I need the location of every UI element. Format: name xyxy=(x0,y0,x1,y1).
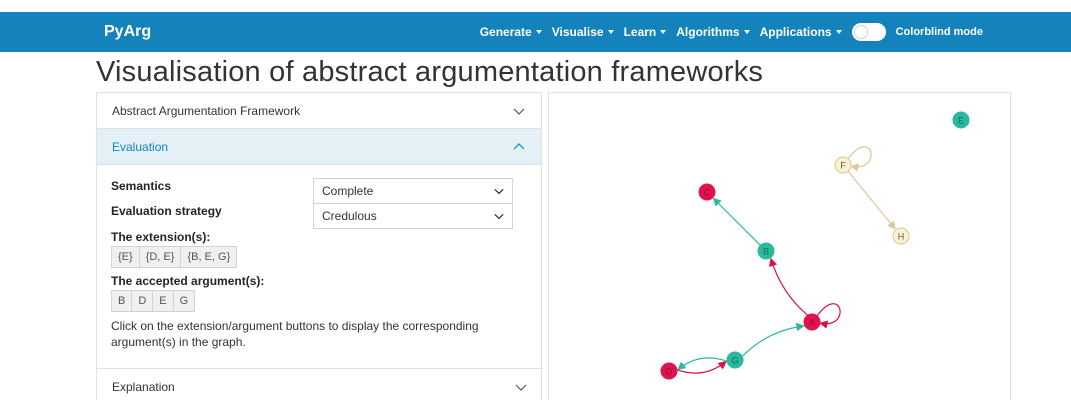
argument-node-a[interactable]: A xyxy=(803,313,821,331)
node-label: E xyxy=(958,116,964,126)
semantics-label: Semantics xyxy=(111,179,172,193)
nav-algorithms-label: Algorithms xyxy=(676,25,740,39)
colorblind-toggle[interactable] xyxy=(851,23,886,41)
strategy-select[interactable]: Credulous xyxy=(313,203,513,229)
node-label: B xyxy=(763,247,769,257)
caret-down-icon xyxy=(660,30,667,34)
accepted-arguments-label: The accepted argument(s): xyxy=(111,274,265,288)
attack-edge-a-a xyxy=(816,303,841,329)
chevron-down-icon xyxy=(515,384,527,391)
colorblind-label: Colorblind mode xyxy=(895,26,983,38)
caret-down-icon xyxy=(743,30,750,34)
attack-edge-d-g xyxy=(676,360,727,374)
semantics-value: Complete xyxy=(322,184,374,198)
caret-down-icon xyxy=(607,30,614,34)
argumentation-graph[interactable]: E F H C B A G D xyxy=(549,93,1011,400)
argument-node-d[interactable]: D xyxy=(660,362,678,380)
nav-learn-label: Learn xyxy=(623,25,657,39)
help-text: Click on the extension/argument buttons … xyxy=(111,319,479,349)
top-navbar: PyArg Generate Visualise Learn Algorithm… xyxy=(0,12,1071,52)
chevron-down-icon xyxy=(494,188,504,195)
extensions-button-group: {E} {D, E} {B, E, G} xyxy=(111,246,238,268)
chevron-down-icon xyxy=(513,108,525,115)
graph-panel: E F H C B A G D xyxy=(548,92,1011,400)
argument-button[interactable]: G xyxy=(172,290,196,312)
nav-learn-dropdown[interactable]: Learn xyxy=(624,25,667,39)
strategy-value: Credulous xyxy=(322,209,377,223)
extensions-label: The extension(s): xyxy=(111,230,211,244)
nav-applications-dropdown[interactable]: Applications xyxy=(760,25,842,39)
nav-visualise-dropdown[interactable]: Visualise xyxy=(552,25,614,39)
argument-button[interactable]: D xyxy=(131,290,154,312)
accordion-framework-title: Abstract Argumentation Framework xyxy=(112,103,301,118)
argument-button[interactable]: B xyxy=(111,290,133,312)
nav-applications-label: Applications xyxy=(759,25,832,39)
node-label: C xyxy=(704,188,711,198)
attack-edge-f-f xyxy=(847,146,872,172)
page-title: Visualisation of abstract argumentation … xyxy=(96,56,764,88)
extension-button[interactable]: {E} xyxy=(111,246,140,268)
nav-generate-label: Generate xyxy=(479,25,532,39)
nav-algorithms-dropdown[interactable]: Algorithms xyxy=(676,25,750,39)
attack-edge-g-a xyxy=(741,322,805,357)
caret-down-icon xyxy=(535,30,542,34)
toggle-knob xyxy=(853,25,868,39)
attack-edge-a-b xyxy=(769,257,809,316)
nav-visualise-label: Visualise xyxy=(551,25,604,39)
argument-node-b[interactable]: B xyxy=(757,242,775,260)
nav-menu: Generate Visualise Learn Algorithms Appl… xyxy=(470,12,983,52)
argument-node-c[interactable]: C xyxy=(698,183,716,201)
node-label: A xyxy=(809,318,815,328)
chevron-down-icon xyxy=(494,213,504,220)
accordion-explanation-header[interactable]: Explanation xyxy=(97,368,541,400)
accordion-evaluation-header[interactable]: Evaluation xyxy=(97,129,541,165)
extension-button[interactable]: {B, E, G} xyxy=(180,246,238,268)
accordion-evaluation-title: Evaluation xyxy=(112,139,169,154)
attack-edge-g-d xyxy=(677,357,728,371)
attack-edge-b-c xyxy=(712,197,761,246)
accepted-arguments-button-group: B D E G xyxy=(111,290,196,312)
nav-generate-dropdown[interactable]: Generate xyxy=(480,25,542,39)
extension-button[interactable]: {D, E} xyxy=(138,246,182,268)
strategy-label: Evaluation strategy xyxy=(111,204,222,218)
argument-node-g[interactable]: G xyxy=(726,351,744,369)
node-label: H xyxy=(898,232,905,242)
node-label: F xyxy=(840,161,846,171)
accordion-explanation-title: Explanation xyxy=(112,379,175,394)
accordion-framework-header[interactable]: Abstract Argumentation Framework xyxy=(97,93,541,129)
settings-accordion: Abstract Argumentation Framework Evaluat… xyxy=(96,92,542,400)
argument-button[interactable]: E xyxy=(152,290,174,312)
argument-node-e[interactable]: E xyxy=(952,111,970,129)
caret-down-icon xyxy=(835,30,842,34)
node-label: D xyxy=(666,367,673,377)
chevron-up-icon xyxy=(513,142,525,149)
argument-node-f[interactable]: F xyxy=(834,156,852,174)
brand-logo[interactable]: PyArg xyxy=(104,12,151,52)
node-label: G xyxy=(731,356,738,366)
semantics-select[interactable]: Complete xyxy=(313,178,513,204)
argument-node-h[interactable]: H xyxy=(892,227,910,245)
attack-edge-f-h xyxy=(847,170,896,230)
